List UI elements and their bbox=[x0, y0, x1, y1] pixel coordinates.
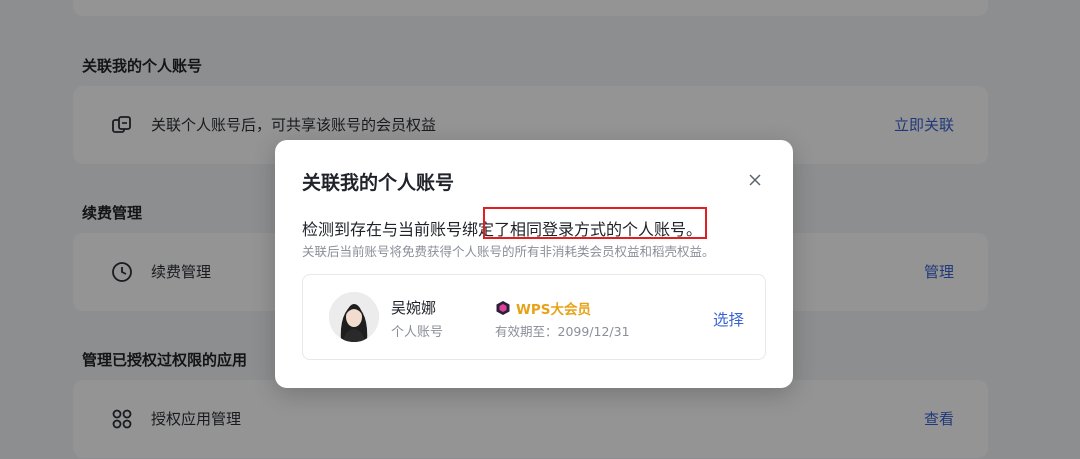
account-name: 吴婉娜 bbox=[391, 299, 437, 317]
vip-expire-date: 有效期至：2099/12/31 bbox=[495, 324, 630, 339]
dialog-subtext: 关联后当前账号将免费获得个人账号的所有非消耗类会员权益和稻壳权益。 bbox=[302, 244, 715, 259]
account-type: 个人账号 bbox=[391, 325, 444, 340]
highlight-annotation bbox=[483, 207, 707, 239]
wps-vip-icon bbox=[496, 301, 510, 315]
vip-badge: WPS大会员 bbox=[495, 298, 591, 318]
close-icon[interactable] bbox=[747, 172, 763, 188]
select-account-button[interactable]: 选择 bbox=[713, 308, 744, 330]
vip-label: WPS大会员 bbox=[516, 302, 592, 318]
link-account-dialog: 关联我的个人账号 检测到存在与当前账号绑定了相同登录方式的个人账号。 关联后当前… bbox=[275, 140, 793, 388]
account-card: 吴婉娜 个人账号 WPS大会员 有效期至：2099/12/31 选择 bbox=[302, 274, 766, 360]
dialog-title: 关联我的个人账号 bbox=[302, 172, 455, 194]
avatar bbox=[329, 292, 379, 342]
